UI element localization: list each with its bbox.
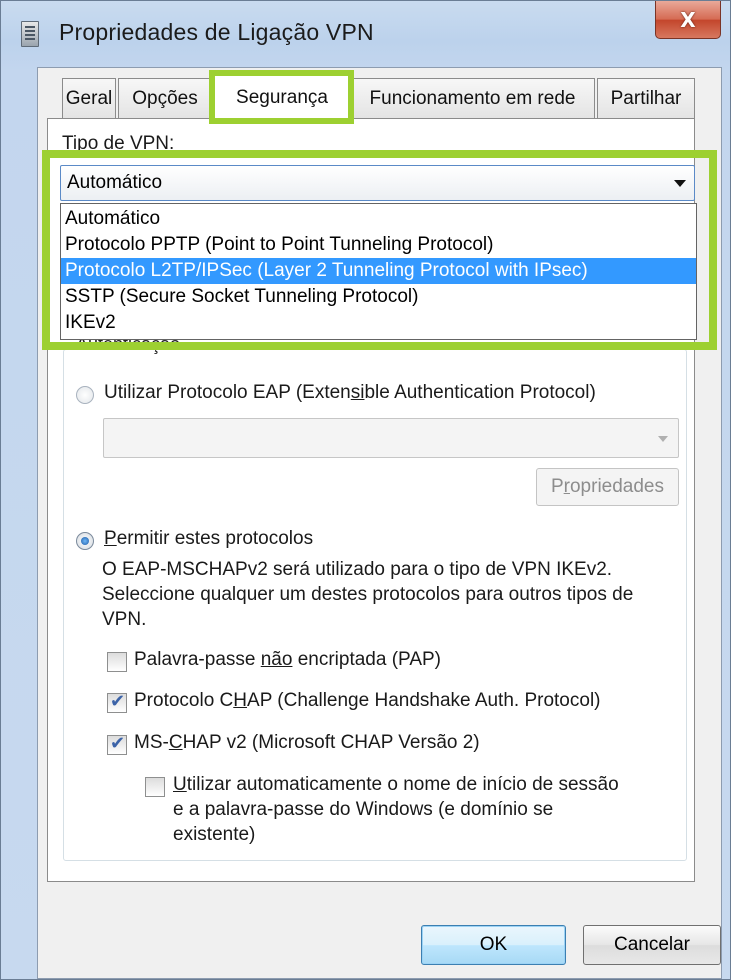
pap-checkbox-label[interactable]: Palavra-passe não encriptada (PAP)	[134, 649, 441, 671]
chap-checkbox-label[interactable]: Protocolo CHAP (Challenge Handshake Auth…	[134, 690, 601, 712]
auto-logon-checkbox[interactable]	[145, 777, 165, 797]
auto-logon-label-line1[interactable]: Utilizar automaticamente o nome de iníci…	[173, 774, 619, 796]
mschap-v2-checkbox-label[interactable]: MS-CHAP v2 (Microsoft CHAP Versão 2)	[134, 732, 480, 754]
allow-protocols-radio[interactable]	[76, 532, 94, 550]
label-part: ble Authentication Protocol)	[364, 382, 596, 403]
label-part: tilizar automaticamente o nome de início…	[186, 774, 619, 795]
eap-method-select[interactable]	[103, 418, 679, 458]
label-part: opriedades	[569, 476, 665, 497]
allow-protocols-label[interactable]: Permitir estes protocolos	[104, 528, 313, 550]
label-part: Utilizar Protocolo EAP (Exten	[104, 382, 351, 403]
ok-button[interactable]: OK	[421, 925, 566, 965]
tab-label: Funcionamento em rede	[369, 87, 576, 109]
tab-geral[interactable]: Geral	[62, 78, 116, 118]
tab-partilhar[interactable]: Partilhar	[597, 78, 695, 118]
tab-opcoes[interactable]: Opções	[118, 78, 212, 118]
accelerator-key: não	[260, 649, 293, 670]
label-part: AP (Challenge Handshake Auth. Protocol)	[247, 690, 601, 711]
close-button[interactable]: X	[655, 1, 721, 39]
accelerator-key: U	[173, 774, 187, 795]
eap-radio[interactable]	[76, 386, 94, 404]
label-part: P	[550, 476, 564, 497]
window-icon	[21, 21, 39, 47]
auto-logon-label-line3[interactable]: existente)	[173, 824, 255, 846]
accelerator-key: si	[350, 382, 365, 403]
title-bar[interactable]: Propriedades de Ligação VPN X	[1, 1, 730, 63]
chap-checkbox[interactable]	[107, 691, 127, 713]
tab-label: Geral	[65, 87, 113, 109]
pap-checkbox[interactable]	[107, 652, 127, 672]
cancel-button[interactable]: Cancelar	[583, 925, 721, 965]
label-part: MS-	[134, 732, 169, 753]
auto-logon-label-line2[interactable]: e a palavra-passe do Windows (e domínio …	[173, 799, 553, 821]
label-part: ermitir estes protocolos	[116, 528, 314, 549]
mschap-v2-checkbox[interactable]	[107, 733, 127, 755]
tab-label: Partilhar	[610, 87, 682, 109]
accelerator-key: C	[168, 732, 183, 753]
label-part: HAP v2 (Microsoft CHAP Versão 2)	[182, 732, 480, 753]
tab-funcionamento-em-rede[interactable]: Funcionamento em rede	[350, 78, 595, 118]
protocols-description: O EAP-MSCHAPv2 será utilizado para o tip…	[102, 559, 634, 630]
eap-radio-label[interactable]: Utilizar Protocolo EAP (Extensible Authe…	[104, 382, 596, 404]
label-part: Protocolo C	[134, 690, 234, 711]
close-icon: X	[680, 7, 696, 32]
tab-highlight-annotation	[209, 70, 354, 124]
combo-highlight-annotation	[42, 150, 717, 350]
accelerator-key: H	[233, 690, 248, 711]
tab-label: Opções	[132, 87, 198, 109]
eap-properties-button[interactable]: Pr opriedades	[536, 468, 679, 506]
accelerator-key: P	[104, 528, 117, 549]
label-part: Palavra-passe	[134, 649, 261, 670]
window-title: Propriedades de Ligação VPN	[59, 19, 374, 45]
label-part: encriptada (PAP)	[292, 649, 441, 670]
